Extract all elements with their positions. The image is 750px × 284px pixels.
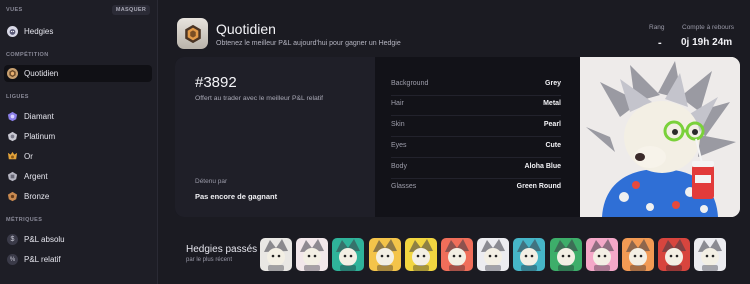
sidebar-item-label: P&L relatif [24, 255, 61, 264]
sidebar-item-pnl-absolu[interactable]: $ P&L absolu [4, 231, 152, 248]
page-subtitle: Obtenez le meilleur P&L aujourd'hui pour… [216, 40, 401, 47]
past-hedgie-thumbnail[interactable] [694, 238, 726, 271]
sidebar-item-label: Hedgies [24, 27, 54, 36]
sidebar-item-label: Quotidien [24, 69, 59, 78]
platinum-league-icon [7, 131, 18, 142]
sidebar-item-pnl-relatif[interactable]: % P&L relatif [4, 251, 152, 268]
past-hedgie-thumbnail[interactable] [405, 238, 437, 271]
sidebar-item-label: Diamant [24, 112, 54, 121]
divider [391, 115, 561, 116]
diamond-league-icon [7, 111, 18, 122]
gold-league-icon [7, 151, 18, 162]
sidebar-item-label: P&L absolu [24, 235, 65, 244]
past-hedgie-thumbnail[interactable] [477, 238, 509, 271]
divider [391, 178, 561, 179]
past-hedgie-thumbnail[interactable] [332, 238, 364, 271]
trait-row: Eyes Cute [391, 142, 561, 154]
prize-card: #3892 Offert au trader avec le meilleur … [175, 57, 740, 217]
sidebar-item-diamant[interactable]: Diamant [4, 108, 152, 125]
sidebar-item-label: Or [24, 152, 33, 161]
past-hedgie-thumbnail[interactable] [296, 238, 328, 271]
percent-icon: % [7, 254, 18, 265]
trait-key: Glasses [391, 183, 417, 190]
daily-medal-icon [7, 68, 18, 79]
page-title: Quotidien [216, 21, 276, 37]
past-hedgie-thumbnail[interactable] [622, 238, 654, 271]
divider [391, 136, 561, 137]
competition-section-label: COMPÉTITION [6, 52, 49, 58]
nft-id: #3892 [195, 74, 237, 91]
past-hedgies-title: Hedgies passés [186, 244, 258, 255]
sidebar-item-bronze[interactable]: Bronze [4, 188, 152, 205]
past-hedgies-subtitle: par le plus récent [186, 257, 233, 263]
hide-sidebar-button[interactable]: MASQUER [112, 5, 150, 15]
metrics-section-label: MÉTRIQUES [6, 217, 43, 223]
countdown-value: 0j 19h 24m [681, 37, 733, 48]
prize-info-panel: #3892 Offert au trader avec le meilleur … [175, 57, 375, 217]
trait-row: Skin Pearl [391, 121, 561, 133]
sidebar-item-label: Bronze [24, 192, 50, 201]
sidebar-item-quotidien[interactable]: Quotidien [4, 65, 152, 82]
past-hedgie-thumbnail[interactable] [441, 238, 473, 271]
trait-value: Aloha Blue [524, 163, 561, 170]
trait-value: Cute [545, 142, 561, 149]
trait-value: Pearl [543, 121, 561, 128]
silver-league-icon [7, 171, 18, 182]
divider [391, 157, 561, 158]
rank-label: Rang [649, 24, 665, 31]
past-hedgie-thumbnail[interactable] [586, 238, 618, 271]
past-hedgie-thumbnail[interactable] [550, 238, 582, 271]
sidebar-item-platinum[interactable]: Platinum [4, 128, 152, 145]
trait-key: Skin [391, 121, 405, 128]
owner-value: Pas encore de gagnant [195, 192, 278, 201]
past-hedgie-thumbnail[interactable] [513, 238, 545, 271]
trait-key: Eyes [391, 142, 407, 149]
hedgie-icon [7, 26, 18, 37]
trait-row: Background Grey [391, 80, 561, 92]
trait-key: Hair [391, 100, 404, 107]
trait-row: Hair Metal [391, 100, 561, 112]
sidebar-item-hedgies[interactable]: Hedgies [4, 23, 152, 40]
trait-key: Background [391, 80, 429, 87]
countdown-label: Compte à rebours [682, 24, 735, 31]
past-hedgie-thumbnail[interactable] [369, 238, 401, 271]
divider [391, 95, 561, 96]
hedgie-image[interactable] [580, 57, 740, 217]
bronze-league-icon [7, 191, 18, 202]
daily-medal-icon [177, 18, 208, 49]
trait-row: Body Aloha Blue [391, 163, 561, 175]
views-section-label: VUES [6, 7, 23, 13]
sidebar-item-argent[interactable]: Argent [4, 168, 152, 185]
past-hedgie-thumbnail[interactable] [658, 238, 690, 271]
dollar-icon: $ [7, 234, 18, 245]
trait-value: Grey [545, 80, 561, 87]
owner-label: Détenu par [195, 178, 228, 185]
sidebar-item-or[interactable]: Or [4, 148, 152, 165]
nft-description: Offert au trader avec le meilleur P&L re… [195, 95, 324, 102]
sidebar-item-label: Platinum [24, 132, 56, 141]
sidebar-item-label: Argent [24, 172, 48, 181]
sidebar: VUES MASQUER Hedgies COMPÉTITION Quotidi… [0, 0, 158, 284]
trait-key: Body [391, 163, 407, 170]
leagues-section-label: LIGUES [6, 94, 29, 100]
rank-value: - [658, 37, 662, 49]
past-hedgie-thumbnail[interactable] [260, 238, 292, 271]
trait-value: Metal [543, 100, 561, 107]
trait-row: Glasses Green Round [391, 183, 561, 195]
trait-value: Green Round [516, 183, 561, 190]
